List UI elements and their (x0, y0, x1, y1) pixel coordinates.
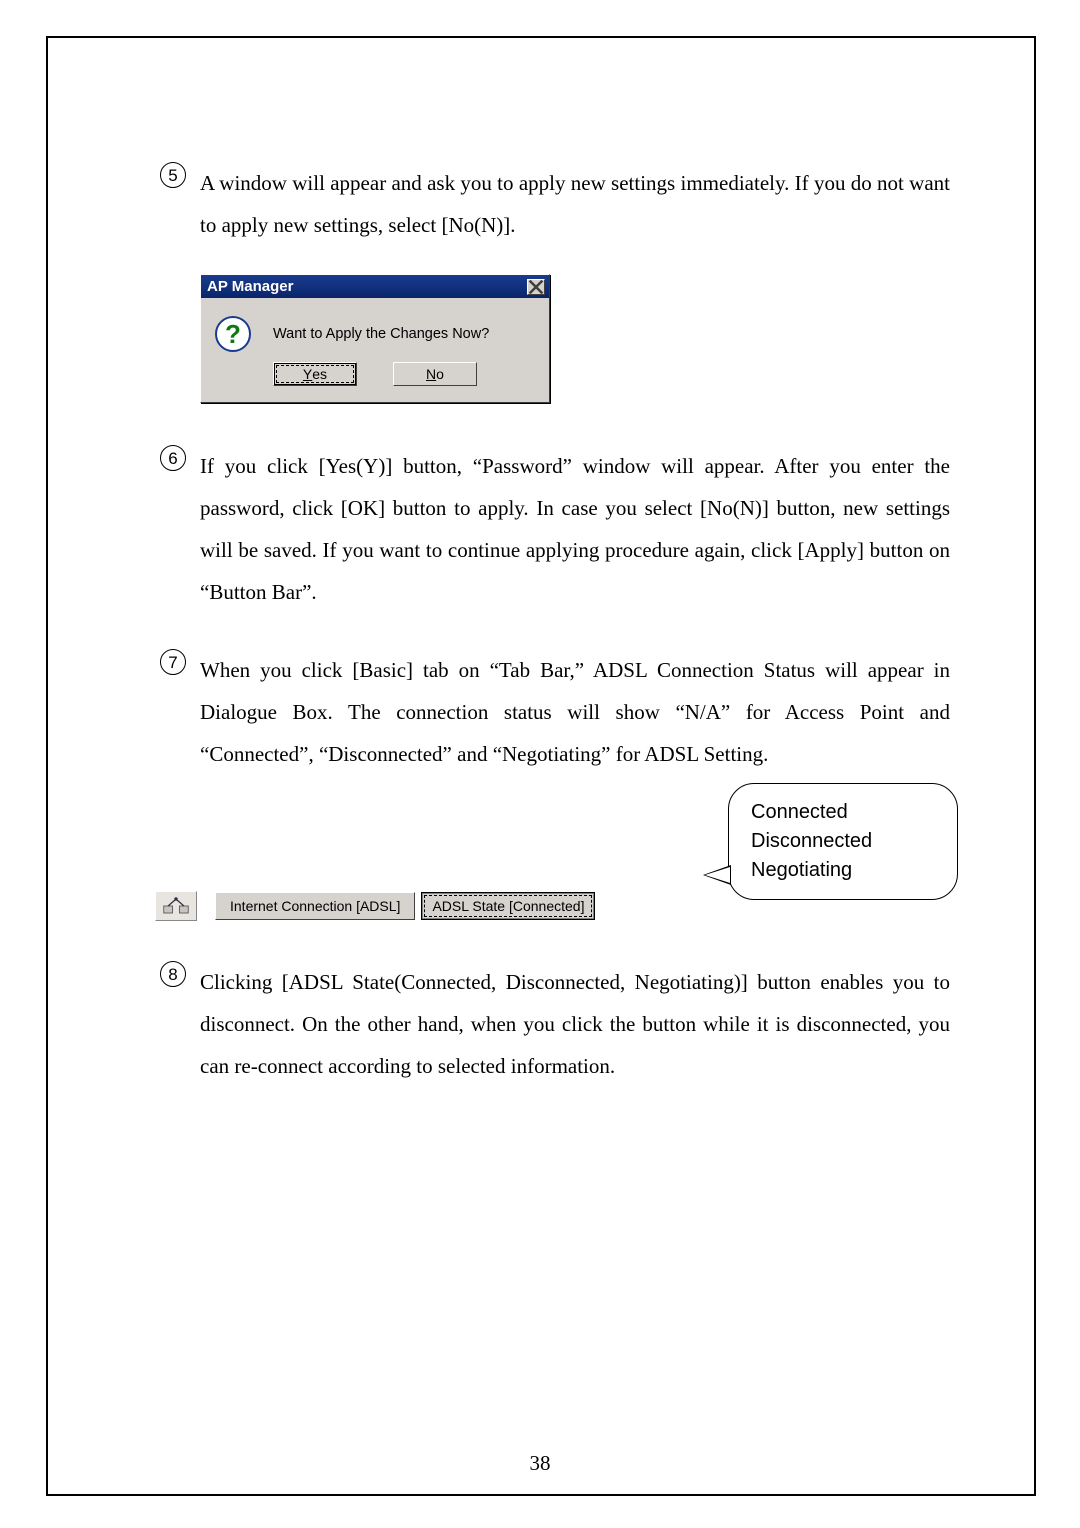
page-number: 38 (0, 1451, 1080, 1476)
list-item-8: 8 Clicking [ADSL State(Connected, Discon… (160, 961, 950, 1087)
list-text-6: If you click [Yes(Y)] button, “Password”… (200, 445, 950, 613)
list-number-8: 8 (160, 961, 186, 987)
network-icon (155, 891, 197, 921)
callout-line-3: Negotiating (751, 856, 935, 885)
list-item-7: 7 When you click [Basic] tab on “Tab Bar… (160, 649, 950, 775)
close-icon[interactable] (527, 279, 545, 295)
list-number-5: 5 (160, 162, 186, 188)
dialog-body: ? Want to Apply the Changes Now? (201, 298, 549, 362)
status-label: Internet Connection [ADSL] (215, 892, 415, 920)
no-button[interactable]: No (393, 362, 477, 386)
no-underline: N (426, 366, 436, 382)
dialog-message: Want to Apply the Changes Now? (273, 326, 489, 342)
document-content: 5 A window will appear and ask you to ap… (160, 162, 950, 1105)
ap-manager-dialog: AP Manager ? Want to Apply the Changes N… (200, 274, 550, 403)
list-number-7: 7 (160, 649, 186, 675)
status-figure: Connected Disconnected Negotiating Inter… (160, 793, 950, 923)
question-icon: ? (215, 316, 251, 352)
callout-tail-icon (703, 865, 731, 885)
list-text-8: Clicking [ADSL State(Connected, Disconne… (200, 961, 950, 1087)
list-number-6: 6 (160, 445, 186, 471)
list-text-5: A window will appear and ask you to appl… (200, 162, 950, 246)
callout-line-1: Connected (751, 798, 935, 827)
callout-line-2: Disconnected (751, 827, 935, 856)
adsl-state-button[interactable]: ADSL State [Connected] (421, 892, 595, 920)
list-text-7: When you click [Basic] tab on “Tab Bar,”… (200, 649, 950, 775)
yes-button[interactable]: Yes (273, 362, 357, 386)
no-rest: o (436, 366, 444, 382)
dialog-buttons: Yes No (201, 362, 549, 402)
yes-underline: Y (303, 366, 312, 382)
list-item-5: 5 A window will appear and ask you to ap… (160, 162, 950, 246)
yes-rest: es (312, 366, 327, 382)
status-callout: Connected Disconnected Negotiating (728, 783, 958, 900)
list-item-6: 6 If you click [Yes(Y)] button, “Passwor… (160, 445, 950, 613)
dialog-title: AP Manager (207, 278, 293, 295)
status-bar: Internet Connection [ADSL] ADSL State [C… (155, 889, 735, 923)
dialog-titlebar: AP Manager (201, 275, 549, 298)
